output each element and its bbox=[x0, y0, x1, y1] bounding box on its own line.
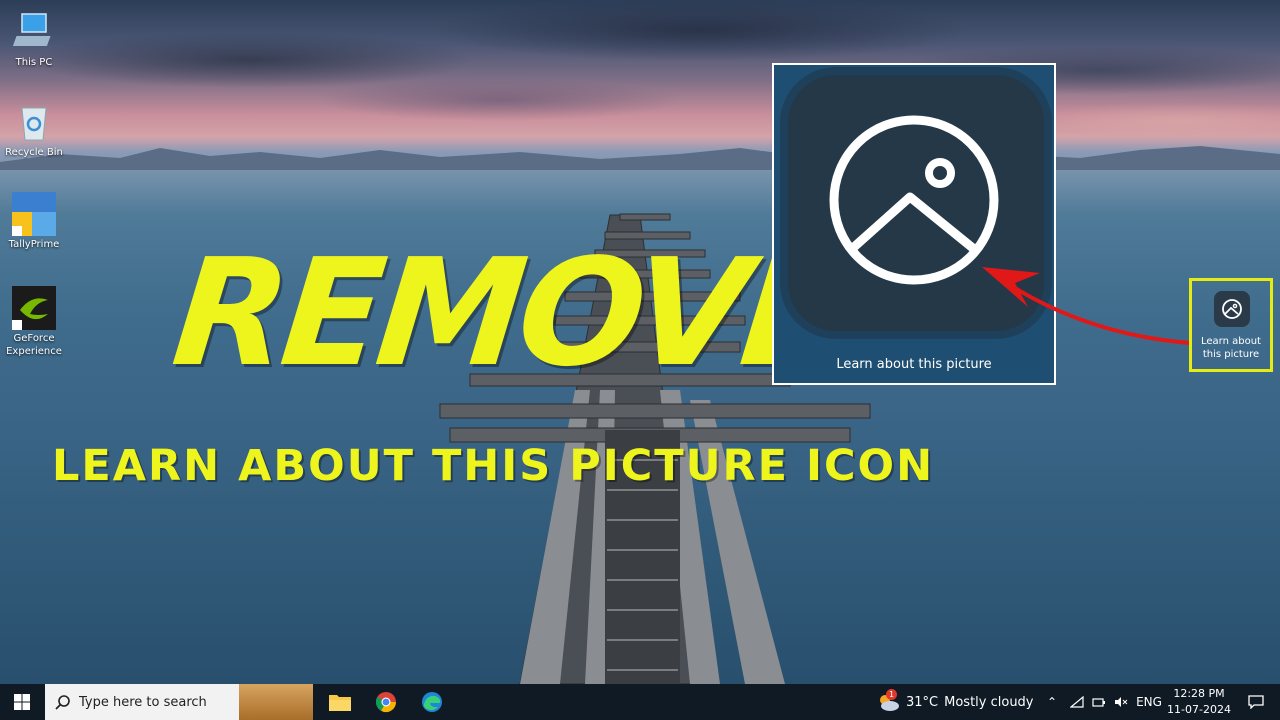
battery-icon[interactable] bbox=[1088, 684, 1110, 720]
recycle-bin-icon bbox=[21, 107, 47, 141]
weather-widget[interactable]: 1 31°C Mostly cloudy bbox=[876, 684, 1034, 720]
taskbar-app-edge[interactable] bbox=[410, 684, 454, 720]
geforce-icon bbox=[12, 286, 56, 330]
taskbar: Type here to search 1 31°C Mostly cloudy bbox=[0, 684, 1280, 720]
weather-temp: 31°C bbox=[906, 694, 939, 710]
notification-center-button[interactable] bbox=[1238, 684, 1274, 720]
notification-icon bbox=[1248, 695, 1264, 709]
network-icon[interactable] bbox=[1066, 684, 1088, 720]
search-highlight-image bbox=[239, 684, 313, 720]
volume-muted-icon[interactable] bbox=[1110, 684, 1132, 720]
red-pointer-arrow bbox=[982, 267, 1191, 345]
taskbar-app-chrome[interactable] bbox=[364, 684, 408, 720]
zoomed-widget-label: Learn about this picture bbox=[836, 357, 992, 372]
show-hidden-icons-button[interactable]: ⌃ bbox=[1042, 684, 1062, 720]
weather-condition: Mostly cloudy bbox=[944, 694, 1034, 710]
desktop-icon-this-pc[interactable]: This PC bbox=[2, 10, 66, 69]
folder-icon bbox=[329, 695, 351, 711]
taskbar-app-file-explorer[interactable] bbox=[318, 684, 362, 720]
windows-icon bbox=[14, 694, 30, 710]
taskbar-clock[interactable]: 12:28 PM 11-07-2024 bbox=[1164, 686, 1234, 718]
edge-icon bbox=[422, 692, 442, 712]
search-icon bbox=[55, 695, 70, 710]
desktop-icon-tallyprime[interactable]: TallyPrime bbox=[2, 192, 66, 251]
widget-label: Learn about this picture bbox=[1192, 335, 1270, 361]
desktop-icon-label: This PC bbox=[15, 57, 53, 68]
widget-label-line1: Learn about bbox=[1201, 336, 1261, 347]
desktop-icon-geforce[interactable]: GeForce Experience bbox=[2, 286, 66, 358]
desktop-icon-label: TallyPrime bbox=[8, 239, 60, 250]
widget-tile bbox=[1214, 291, 1250, 327]
start-button[interactable] bbox=[0, 684, 44, 720]
widget-label-line2: this picture bbox=[1202, 349, 1260, 360]
computer-icon bbox=[12, 13, 51, 46]
learn-about-picture-widget[interactable]: Learn about this picture bbox=[1189, 278, 1273, 372]
search-box[interactable]: Type here to search bbox=[45, 684, 313, 720]
weather-badge: 1 bbox=[886, 689, 897, 700]
chevron-up-icon: ⌃ bbox=[1046, 695, 1058, 709]
clock-date: 11-07-2024 bbox=[1167, 703, 1231, 716]
tallyprime-icon bbox=[12, 192, 56, 236]
overlay-subtitle: LEARN ABOUT THIS PICTURE ICON bbox=[52, 441, 935, 491]
picture-icon bbox=[1222, 299, 1242, 319]
language-indicator[interactable]: ENG bbox=[1134, 684, 1164, 720]
clock-time: 12:28 PM bbox=[1173, 687, 1225, 700]
search-placeholder: Type here to search bbox=[79, 694, 207, 710]
desktop-icon-recycle-bin[interactable]: Recycle Bin bbox=[2, 100, 66, 159]
overlay-title: REMOVE bbox=[165, 227, 847, 399]
desktop-icon-label: Recycle Bin bbox=[5, 147, 63, 158]
chrome-icon bbox=[375, 692, 397, 713]
desktop-icon-label: GeForce Experience bbox=[6, 333, 62, 357]
